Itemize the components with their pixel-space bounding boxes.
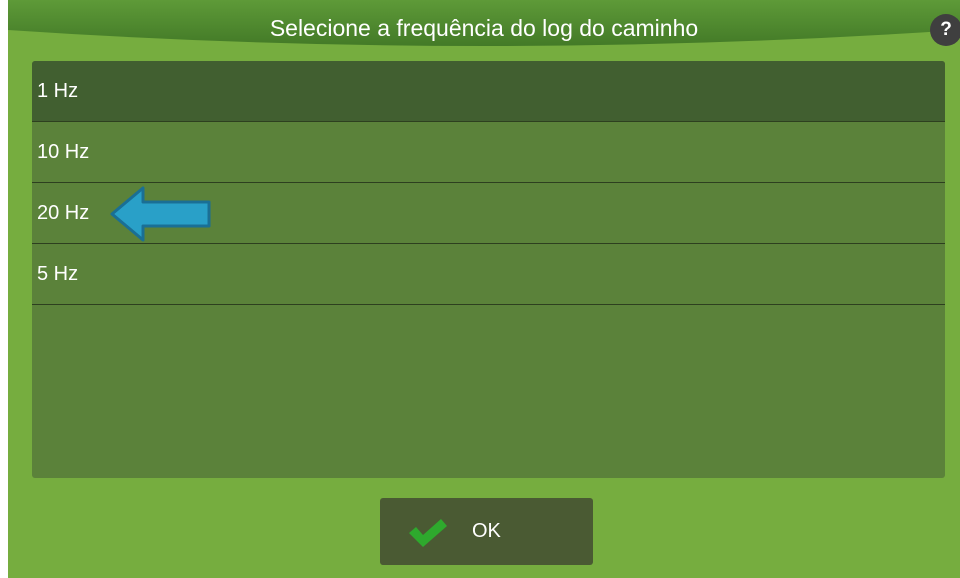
list-item-label: 1 Hz	[37, 80, 79, 102]
list-item-1hz[interactable]: 1 Hz	[32, 61, 945, 122]
list-item-label: 5 Hz	[37, 263, 79, 285]
list-item-10hz[interactable]: 10 Hz	[32, 122, 945, 183]
list-item-5hz[interactable]: 5 Hz	[32, 244, 945, 305]
ok-button[interactable]: OK	[380, 498, 593, 565]
left-arrow-icon	[110, 186, 211, 242]
frequency-list: 1 Hz 10 Hz 20 Hz 5 Hz	[32, 61, 945, 478]
log-frequency-screen: Selecione a frequência do log do caminho…	[8, 0, 960, 578]
list-item-label: 10 Hz	[37, 141, 90, 163]
help-button[interactable]: ?	[930, 14, 960, 46]
list-item-label: 20 Hz	[37, 202, 90, 224]
checkmark-icon	[409, 519, 447, 547]
list-item-20hz[interactable]: 20 Hz	[32, 183, 945, 244]
question-mark-icon: ?	[940, 19, 952, 40]
dialog-title: Selecione a frequência do log do caminho	[269, 15, 699, 41]
ok-label: OK	[472, 520, 501, 542]
dialog-header: Selecione a frequência do log do caminho…	[8, 0, 960, 58]
